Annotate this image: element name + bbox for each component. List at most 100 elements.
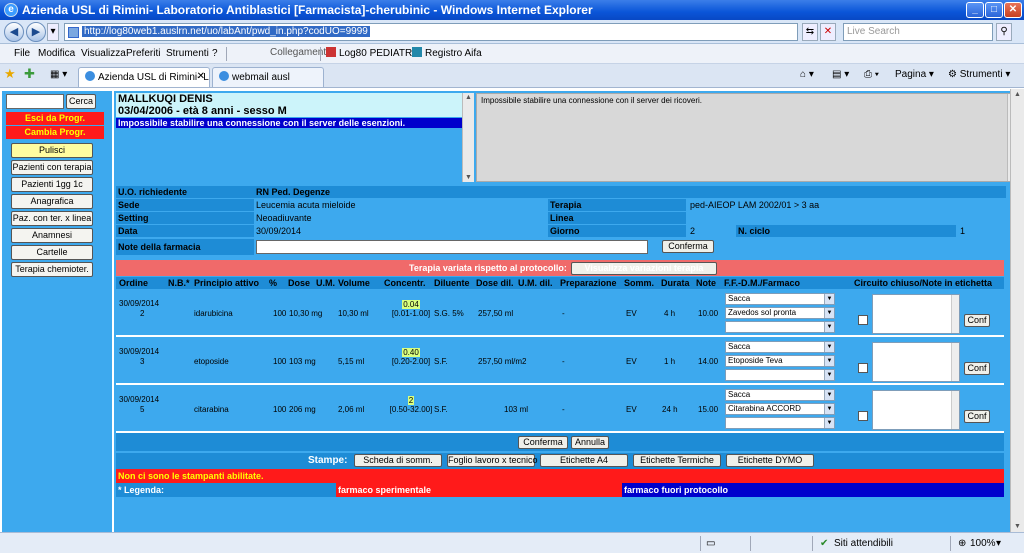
- chevron-down-icon: ▼: [824, 294, 834, 304]
- closed-circuit-checkbox[interactable]: [858, 315, 868, 325]
- patients-per-line-button[interactable]: Paz. con ter. x linea: [11, 211, 93, 226]
- patients-with-therapy-button[interactable]: Pazienti con terapia: [11, 160, 93, 175]
- menu-help[interactable]: ?: [212, 48, 218, 59]
- back-icon[interactable]: ◀: [4, 22, 24, 42]
- extra-select[interactable]: ▼: [725, 417, 835, 429]
- quick-tabs-icon[interactable]: ▦ ▾: [50, 69, 67, 80]
- print-schedule-button[interactable]: Scheda di somm.: [354, 454, 442, 467]
- pharmacy-note-input[interactable]: [256, 240, 648, 254]
- menu-file[interactable]: File: [14, 48, 30, 59]
- zoom-icon[interactable]: ⊕: [958, 538, 966, 549]
- home-icon[interactable]: ⌂ ▾: [800, 69, 814, 80]
- patients-1gg-button[interactable]: Pazienti 1gg 1c: [11, 177, 93, 192]
- col-note: Note: [696, 278, 716, 288]
- print-dymo-labels-button[interactable]: Etichette DYMO: [726, 454, 814, 467]
- maximize-button[interactable]: □: [985, 2, 1003, 18]
- window-title: Azienda USL di Rimini- Laboratorio Antib…: [22, 3, 593, 17]
- view-variations-button[interactable]: Visualizza variazioni terapia: [571, 262, 717, 275]
- giorno-label: Giorno: [548, 225, 686, 237]
- terapia-value: ped-AIEOP LAM 2002/01 > 3 aa: [688, 199, 820, 211]
- label-note-textarea[interactable]: [872, 342, 960, 382]
- menu-modifica[interactable]: Modifica: [38, 48, 75, 59]
- change-program-button[interactable]: Cambia Progr.: [6, 126, 104, 139]
- favorites-star-icon[interactable]: ★: [4, 66, 16, 82]
- stop-icon[interactable]: ✕: [820, 23, 836, 41]
- registry-button[interactable]: Anagrafica: [11, 194, 93, 209]
- patient-scrollbar[interactable]: ▲ ▼: [462, 93, 474, 182]
- tab-azienda-usl[interactable]: Azienda USL di Rimini- La... ✕: [78, 67, 210, 87]
- container-select[interactable]: Sacca ▼: [725, 389, 835, 401]
- security-zone[interactable]: Siti attendibili: [834, 538, 893, 549]
- menu-visualizza[interactable]: Visualizza: [81, 48, 126, 59]
- giorno-value: 2: [688, 225, 696, 237]
- favorite-log80[interactable]: Log80 PEDIATRIA: [326, 47, 422, 59]
- confirm-row-button[interactable]: Conf: [964, 314, 990, 327]
- favorite-aifa[interactable]: Registro Aifa: [412, 47, 482, 59]
- confirm-button[interactable]: Conferma: [518, 436, 568, 449]
- textarea-scrollbar[interactable]: [951, 295, 959, 333]
- closed-circuit-checkbox[interactable]: [858, 363, 868, 373]
- clear-button[interactable]: Pulisci: [11, 143, 93, 158]
- status-progress-icon: ▭: [706, 538, 716, 549]
- sede-label: Sede: [116, 199, 254, 211]
- feeds-icon[interactable]: ▤ ▾: [832, 69, 849, 80]
- menu-strumenti[interactable]: Strumenti: [166, 48, 209, 59]
- minimize-button[interactable]: _: [966, 2, 984, 18]
- scroll-down-icon[interactable]: ▼: [1014, 523, 1021, 530]
- zoom-level[interactable]: 100%: [970, 538, 996, 549]
- tab-page-icon: [85, 71, 95, 81]
- col-concentr: Concentr.: [384, 278, 426, 288]
- confirm-note-button[interactable]: Conferma: [662, 240, 714, 253]
- confirm-row-button[interactable]: Conf: [964, 410, 990, 423]
- extra-select[interactable]: ▼: [725, 321, 835, 333]
- address-bar[interactable]: http://log80web1.auslrn.net/uo/labAnt/pw…: [64, 23, 798, 41]
- chemo-therapy-button[interactable]: Terapia chemioter.: [11, 262, 93, 277]
- compatibility-icon[interactable]: ⇆: [802, 23, 818, 41]
- history-dropdown-icon[interactable]: ▾: [47, 23, 59, 41]
- tab-page-icon: [219, 71, 229, 81]
- scroll-down-icon[interactable]: ▼: [465, 174, 472, 181]
- admission-error: Impossibile stabilire una connessione co…: [481, 96, 702, 105]
- patient-search-input[interactable]: [6, 94, 64, 109]
- container-select[interactable]: Sacca ▼: [725, 293, 835, 305]
- product-select[interactable]: Citarabina ACCORD ▼: [725, 403, 835, 415]
- closed-circuit-checkbox[interactable]: [858, 411, 868, 421]
- cancel-button[interactable]: Annulla: [571, 436, 609, 449]
- page-scrollbar[interactable]: ▲ ▼: [1010, 89, 1024, 532]
- print-icon[interactable]: ⎙ ▾: [864, 69, 879, 80]
- textarea-scrollbar[interactable]: [951, 391, 959, 429]
- row-prep: -: [562, 405, 565, 414]
- add-favorites-icon[interactable]: ✚: [24, 66, 35, 82]
- search-input[interactable]: Live Search: [843, 23, 993, 41]
- exit-program-button[interactable]: Esci da Progr.: [6, 112, 104, 125]
- records-button[interactable]: Cartelle: [11, 245, 93, 260]
- zoom-dropdown-icon[interactable]: ▾: [996, 538, 1001, 549]
- address-url[interactable]: http://log80web1.auslrn.net/uo/labAnt/pw…: [82, 26, 370, 37]
- page-menu[interactable]: Pagina ▾: [895, 69, 934, 80]
- tab-close-icon[interactable]: ✕: [197, 71, 205, 82]
- scroll-up-icon[interactable]: ▲: [1014, 91, 1021, 98]
- anamnesis-button[interactable]: Anamnesi: [11, 228, 93, 243]
- menu-preferiti[interactable]: Preferiti: [126, 48, 160, 59]
- print-thermal-labels-button[interactable]: Etichette Termiche: [633, 454, 721, 467]
- label-note-textarea[interactable]: [872, 390, 960, 430]
- confirm-row-button[interactable]: Conf: [964, 362, 990, 375]
- textarea-scrollbar[interactable]: [951, 343, 959, 381]
- scroll-up-icon[interactable]: ▲: [465, 94, 472, 101]
- print-worksheet-button[interactable]: Foglio lavoro x tecnico: [447, 454, 538, 467]
- search-icon[interactable]: ⚲: [996, 23, 1012, 41]
- print-labels-a4-button[interactable]: Etichette A4: [540, 454, 628, 467]
- search-button[interactable]: Cerca: [66, 94, 96, 109]
- row-order: 3: [140, 357, 145, 366]
- product-select[interactable]: Etoposide Teva ▼: [725, 355, 835, 367]
- tab-webmail[interactable]: webmail ausl: [212, 67, 324, 87]
- label-note-textarea[interactable]: [872, 294, 960, 334]
- container-select[interactable]: Sacca ▼: [725, 341, 835, 353]
- row-dose-dil: 257,50 ml: [478, 309, 514, 318]
- tools-menu[interactable]: ⚙ Strumenti ▾: [948, 69, 1010, 80]
- forward-icon[interactable]: ▶: [26, 22, 46, 42]
- extra-select[interactable]: ▼: [725, 369, 835, 381]
- product-select[interactable]: Zavedos sol pronta ▼: [725, 307, 835, 319]
- close-button[interactable]: ✕: [1004, 2, 1022, 18]
- favorite-log80-label: Log80 PEDIATRIA: [339, 48, 422, 59]
